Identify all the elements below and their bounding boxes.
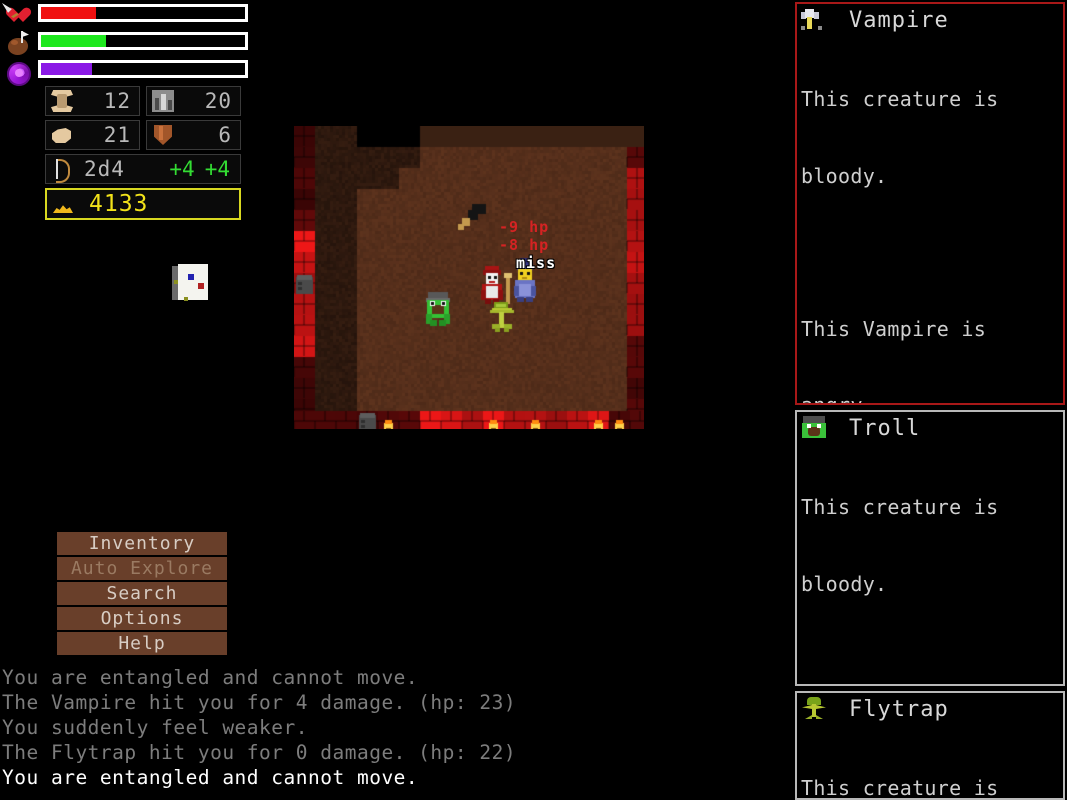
armor-icon [50, 89, 74, 113]
stat-shield[interactable]: 6 [146, 120, 241, 150]
shield-value: 6 [218, 123, 232, 147]
menu-item-help[interactable]: Help [57, 632, 227, 655]
monster-name: Flytrap [849, 696, 949, 722]
tower-value: 20 [204, 89, 232, 113]
player-hud: 12 20 21 6 2d4 +4 +4 4133 [0, 0, 260, 230]
armor-value: 12 [103, 89, 131, 113]
monster-panel-flytrap[interactable]: Flytrap This creature is unharmed. [795, 691, 1065, 800]
gold-pile-icon [51, 192, 75, 216]
log-line: The Vampire hit you for 4 damage. (hp: 2… [2, 691, 517, 714]
monster-panel-header: Vampire [797, 4, 1063, 36]
monster-panel-vampire[interactable]: Vampire This creature is bloody. This Va… [795, 2, 1065, 405]
log-line: You are entangled and cannot move. [2, 666, 419, 689]
monster-panel-body: This creature is bloody. This Vampire is… [797, 36, 1063, 405]
log-line: The Flytrap hit you for 0 damage. (hp: 2… [2, 741, 517, 764]
vampire-icon [801, 7, 827, 33]
desc-line: This creature is [801, 87, 999, 111]
strength-value: 21 [103, 123, 131, 147]
weapon-bonus-1: +4 [169, 157, 195, 181]
menu-item-search[interactable]: Search [57, 582, 227, 605]
monster-name: Vampire [849, 7, 949, 33]
desc-line: This creature is [801, 495, 999, 519]
stat-strength[interactable]: 21 [45, 120, 140, 150]
monster-panel-header: Troll [797, 412, 1063, 444]
health-bar [38, 4, 248, 22]
monster-name: Troll [849, 415, 921, 441]
dungeon-map-canvas[interactable] [294, 126, 644, 429]
monster-panel-header: Flytrap [797, 693, 1063, 725]
message-log: You are entangled and cannot move. The V… [2, 665, 642, 790]
heart-dagger-icon [2, 2, 36, 32]
desc-line: bloody. [801, 571, 888, 596]
mana-bar-fill [41, 63, 92, 75]
gold-value: 4133 [89, 191, 149, 217]
game-screen: 12 20 21 6 2d4 +4 +4 4133 -9 hp -8 hp mi… [0, 0, 1067, 800]
scroll-item-sprite[interactable] [172, 264, 208, 302]
log-line-latest: You are entangled and cannot move. [2, 766, 419, 789]
stat-gold[interactable]: 4133 [45, 188, 241, 220]
food-bar [38, 32, 248, 50]
stat-panel: 12 20 21 6 2d4 +4 +4 4133 [45, 86, 241, 224]
food-blob-icon [2, 30, 36, 60]
log-line: You suddenly feel weaker. [2, 716, 308, 739]
stat-weapon[interactable]: 2d4 +4 +4 [45, 154, 241, 184]
food-bar-fill [41, 35, 107, 47]
monster-panel-troll[interactable]: Troll This creature is bloody. This Trol… [795, 410, 1065, 686]
desc-line: angry. [801, 393, 876, 405]
stat-tower[interactable]: 20 [146, 86, 241, 116]
spiral-icon [2, 58, 36, 88]
monster-panel-body: This creature is unharmed. [797, 725, 1063, 800]
menu-item-options[interactable]: Options [57, 607, 227, 630]
damage-text-2: -8 hp [499, 236, 550, 254]
bow-icon [50, 157, 74, 183]
tower-icon [151, 89, 175, 113]
dungeon-map[interactable]: -9 hp -8 hp miss [294, 126, 644, 429]
desc-line: This Vampire is [801, 316, 987, 341]
miss-text: miss [516, 254, 557, 272]
stat-armor[interactable]: 12 [45, 86, 140, 116]
menu-item-auto-explore[interactable]: Auto Explore [57, 557, 227, 580]
shield-icon [151, 123, 175, 147]
flytrap-icon [801, 696, 827, 722]
action-menu: Inventory Auto Explore Search Options He… [57, 532, 227, 657]
troll-icon [801, 415, 827, 441]
weapon-dice: 2d4 [84, 157, 125, 181]
mana-bar [38, 60, 248, 78]
desc-line: This creature is [801, 776, 999, 800]
fist-icon [50, 123, 74, 147]
menu-item-inventory[interactable]: Inventory [57, 532, 227, 555]
monster-panel-body: This creature is bloody. This Troll is a… [797, 444, 1063, 684]
weapon-bonus-2: +4 [204, 157, 230, 181]
health-bar-fill [41, 7, 97, 19]
damage-text-1: -9 hp [499, 218, 550, 236]
desc-line: bloody. [801, 163, 888, 188]
